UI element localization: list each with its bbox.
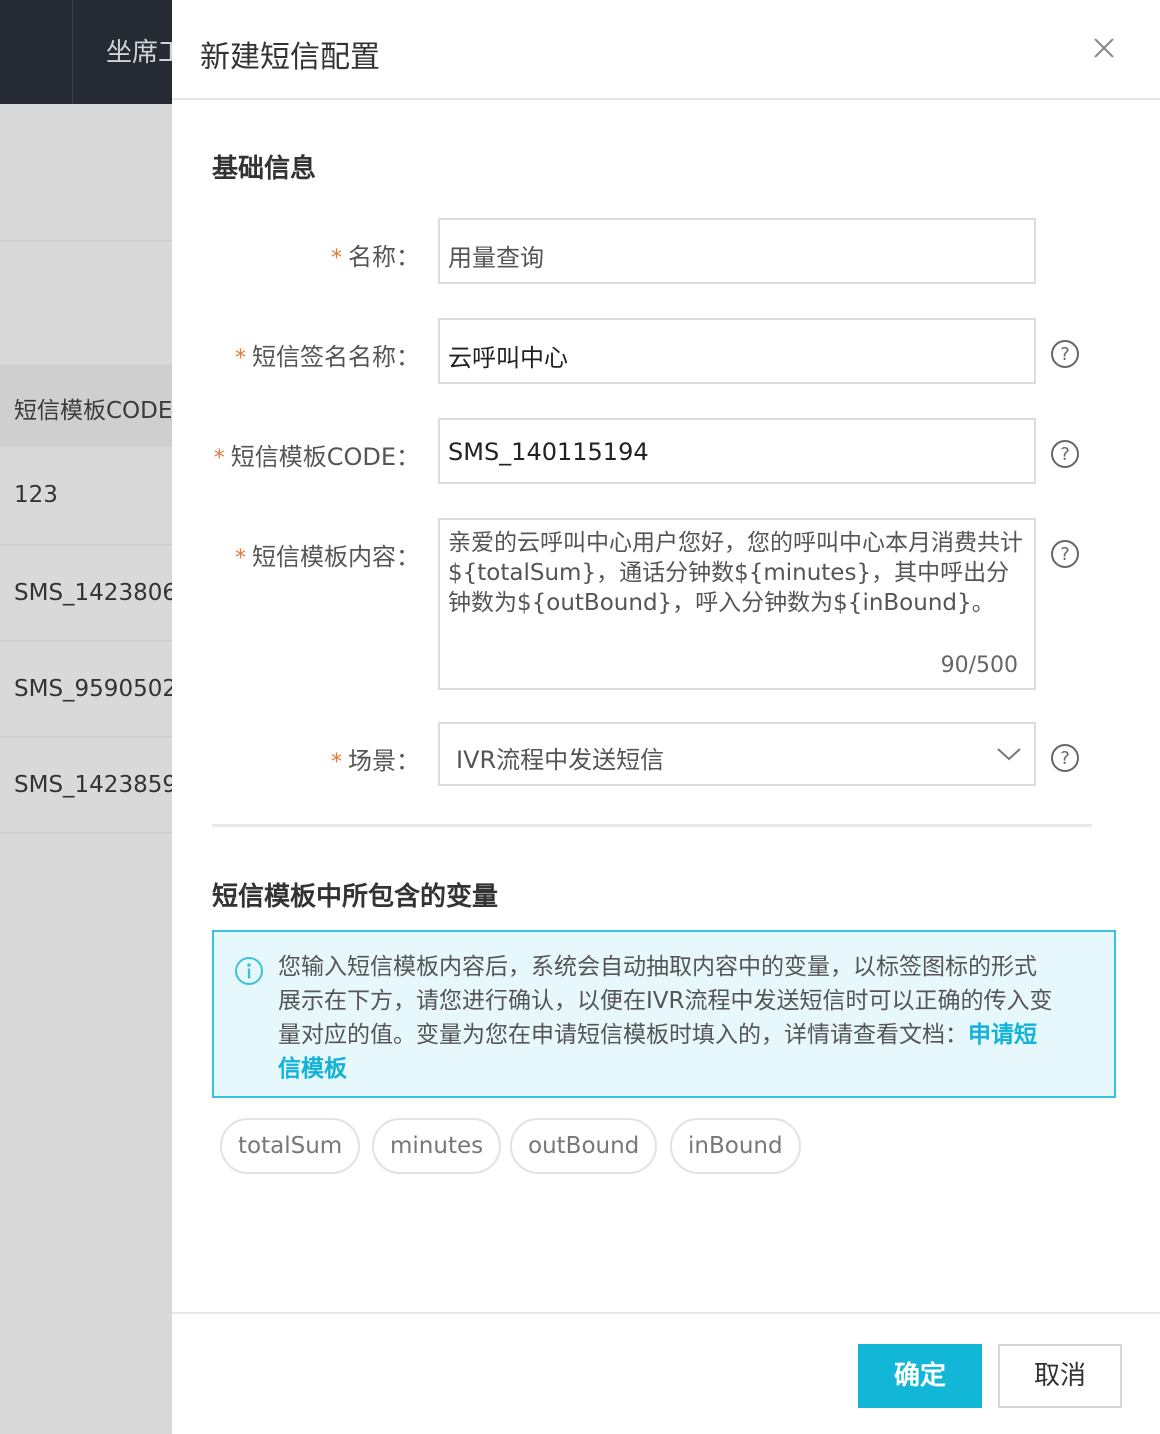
table-row-divider bbox=[0, 544, 172, 546]
table-row-divider bbox=[0, 640, 172, 642]
cancel-button[interactable]: 取消 bbox=[998, 1344, 1122, 1408]
template-content-help-icon[interactable]: ? bbox=[1050, 539, 1080, 569]
background-table-header: 短信模板CODE bbox=[0, 365, 172, 447]
sign-name-label-text: 短信签名名称： bbox=[252, 343, 420, 371]
required-mark: * bbox=[235, 346, 246, 371]
template-content-text: 亲爱的云呼叫中心用户您好，您的呼叫中心本月消费共计${totalSum}，通话分… bbox=[448, 530, 1023, 616]
required-mark: * bbox=[331, 750, 342, 775]
table-row-divider bbox=[0, 736, 172, 738]
table-header-cell: 短信模板CODE bbox=[14, 398, 173, 424]
dialog-footer: 确定 取消 bbox=[172, 1312, 1160, 1434]
required-mark: * bbox=[331, 246, 342, 271]
table-row-divider bbox=[0, 832, 172, 834]
confirm-button[interactable]: 确定 bbox=[858, 1344, 982, 1408]
template-code-label: * 短信模板CODE： bbox=[214, 437, 420, 472]
required-mark: * bbox=[235, 546, 246, 571]
variable-tag[interactable]: outBound bbox=[510, 1118, 658, 1174]
template-content-label-text: 短信模板内容： bbox=[252, 543, 420, 571]
info-icon bbox=[234, 956, 264, 986]
sign-name-input[interactable]: 云呼叫中心 bbox=[438, 318, 1036, 384]
new-sms-config-dialog: 新建短信配置 基础信息 * 名称： 用量查询 * 短信签名名称： 云呼叫中心 ? *… bbox=[172, 0, 1160, 1434]
background-divider bbox=[0, 240, 172, 242]
table-cell: SMS_1423859 bbox=[14, 772, 177, 798]
variables-section-title: 短信模板中所包含的变量 bbox=[212, 882, 499, 912]
sign-name-help-icon[interactable]: ? bbox=[1050, 339, 1080, 369]
name-label: * 名称： bbox=[331, 237, 420, 272]
variable-tag[interactable]: inBound bbox=[670, 1118, 801, 1174]
required-mark: * bbox=[213, 446, 225, 471]
variable-tag[interactable]: totalSum bbox=[220, 1118, 361, 1174]
svg-text:?: ? bbox=[1060, 444, 1070, 465]
background-page: 坐席工 短信模板CODE 123 SMS_1423806 SMS_9590502… bbox=[0, 0, 184, 1434]
sign-name-input-value: 云呼叫中心 bbox=[448, 344, 568, 372]
basic-info-section-title: 基础信息 bbox=[212, 154, 317, 184]
template-code-help-icon[interactable]: ? bbox=[1050, 439, 1080, 469]
scene-help-icon[interactable]: ? bbox=[1050, 743, 1080, 773]
sign-name-label: * 短信签名名称： bbox=[235, 337, 420, 372]
dialog-title: 新建短信配置 bbox=[200, 40, 380, 75]
background-topbar: 坐席工 bbox=[0, 0, 184, 104]
variable-tag[interactable]: minutes bbox=[372, 1118, 502, 1174]
character-counter: 90/500 bbox=[940, 653, 1018, 678]
scene-label: * 场景： bbox=[331, 741, 420, 776]
close-icon bbox=[1094, 38, 1114, 58]
scene-select-value: IVR流程中发送短信 bbox=[456, 746, 665, 774]
name-input[interactable]: 用量查询 bbox=[438, 218, 1036, 284]
section-divider bbox=[212, 824, 1092, 827]
svg-text:?: ? bbox=[1060, 344, 1070, 365]
close-button[interactable] bbox=[1086, 30, 1122, 66]
template-content-label: * 短信模板内容： bbox=[235, 537, 420, 572]
template-content-textarea[interactable]: 亲爱的云呼叫中心用户您好，您的呼叫中心本月消费共计${totalSum}，通话分… bbox=[438, 518, 1036, 690]
table-cell: SMS_1423806 bbox=[14, 580, 177, 606]
info-notice: 您输入短信模板内容后，系统会自动抽取内容中的变量，以标签图标的形式展示在下方，请… bbox=[212, 930, 1116, 1098]
template-code-input[interactable]: SMS_140115194 bbox=[438, 418, 1036, 484]
dialog-header: 新建短信配置 bbox=[172, 0, 1160, 100]
scene-label-text: 场景： bbox=[348, 747, 420, 775]
svg-text:?: ? bbox=[1060, 544, 1070, 565]
table-cell: 123 bbox=[14, 482, 58, 508]
template-code-label-text: 短信模板CODE： bbox=[230, 443, 420, 471]
name-input-value: 用量查询 bbox=[448, 244, 544, 272]
name-label-text: 名称： bbox=[348, 243, 420, 271]
notice-body: 您输入短信模板内容后，系统会自动抽取内容中的变量，以标签图标的形式展示在下方，请… bbox=[278, 954, 1053, 1048]
scene-select[interactable]: IVR流程中发送短信 bbox=[438, 722, 1036, 786]
notice-text: 您输入短信模板内容后，系统会自动抽取内容中的变量，以标签图标的形式展示在下方，请… bbox=[278, 950, 1058, 1086]
svg-text:?: ? bbox=[1060, 748, 1070, 769]
topbar-divider bbox=[72, 0, 73, 104]
chevron-down-icon bbox=[997, 748, 1021, 761]
table-cell: SMS_9590502 bbox=[14, 676, 177, 702]
template-code-input-value: SMS_140115194 bbox=[448, 438, 649, 466]
